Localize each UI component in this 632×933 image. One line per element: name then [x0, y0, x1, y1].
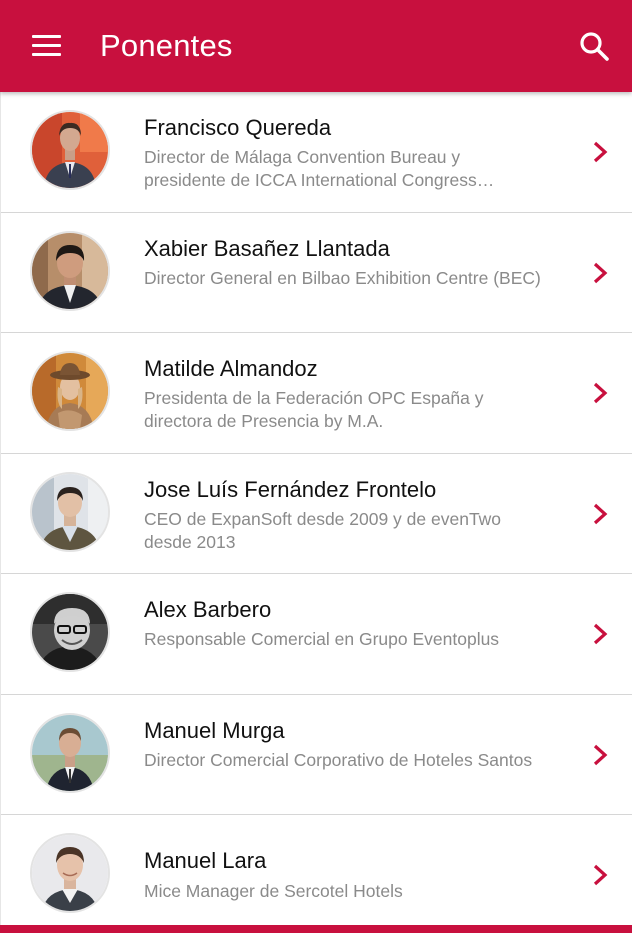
speaker-item[interactable]: Xabier Basañez Llantada Director General…	[1, 213, 632, 333]
avatar	[30, 230, 110, 311]
bottom-accent-bar	[0, 925, 632, 933]
chevron-right-icon	[593, 262, 608, 283]
search-button[interactable]	[574, 26, 616, 66]
page-title: Ponentes	[100, 28, 233, 63]
speaker-list: Francisco Quereda Director de Málaga Con…	[0, 92, 632, 925]
speaker-item[interactable]: Jose Luís Fernández Frontelo CEO de Expa…	[1, 454, 632, 574]
chevron-right-icon	[593, 141, 608, 163]
speaker-name: Alex Barbero	[144, 597, 272, 622]
speaker-name: Manuel Lara	[144, 848, 267, 873]
chevron-right-icon	[593, 503, 608, 524]
speaker-item[interactable]: Manuel Lara Mice Manager de Sercotel Hot…	[1, 815, 632, 933]
chevron-right-icon	[593, 864, 608, 886]
speaker-description: CEO de ExpanSoft desde 2009 y de evenTwo…	[144, 508, 502, 552]
speaker-item[interactable]: Manuel Murga Director Comercial Corporat…	[1, 695, 632, 815]
avatar	[30, 833, 110, 913]
speaker-description: Responsable Comercial en Grupo Eventoplu…	[144, 629, 500, 649]
speaker-name: Jose Luís Fernández Frontelo	[144, 476, 437, 502]
avatar	[30, 351, 110, 431]
speaker-description: Director de Málaga Convention Bureau y p…	[144, 147, 495, 190]
search-icon	[580, 32, 609, 61]
speaker-name: Francisco Quereda	[144, 115, 332, 140]
speaker-item[interactable]: Francisco Quereda Director de Málaga Con…	[1, 92, 632, 213]
speaker-name: Manuel Murga	[144, 717, 285, 743]
speaker-item[interactable]: Matilde Almandoz Presidenta de la Federa…	[1, 333, 632, 454]
app-bar: Ponentes	[0, 0, 632, 92]
chevron-right-icon	[593, 382, 608, 404]
speaker-description: Director Comercial Corporativo de Hotele…	[144, 749, 533, 770]
speaker-item[interactable]: Alex Barbero Responsable Comercial en Gr…	[1, 574, 632, 695]
avatar	[30, 110, 110, 190]
speaker-description: Mice Manager de Sercotel Hotels	[144, 881, 403, 901]
speaker-description: Presidenta de la Federación OPC España y…	[144, 388, 484, 431]
avatar	[30, 712, 110, 793]
chevron-right-icon	[593, 744, 608, 765]
menu-button[interactable]	[26, 26, 68, 66]
speaker-name: Matilde Almandoz	[144, 356, 318, 381]
avatar	[30, 592, 110, 672]
speaker-name: Xabier Basañez Llantada	[144, 235, 390, 261]
app-screen: Ponentes Francisco Quereda Director de M…	[0, 0, 632, 933]
chevron-right-icon	[593, 623, 608, 645]
avatar	[30, 471, 110, 552]
speaker-description: Director General en Bilbao Exhibition Ce…	[144, 267, 541, 288]
